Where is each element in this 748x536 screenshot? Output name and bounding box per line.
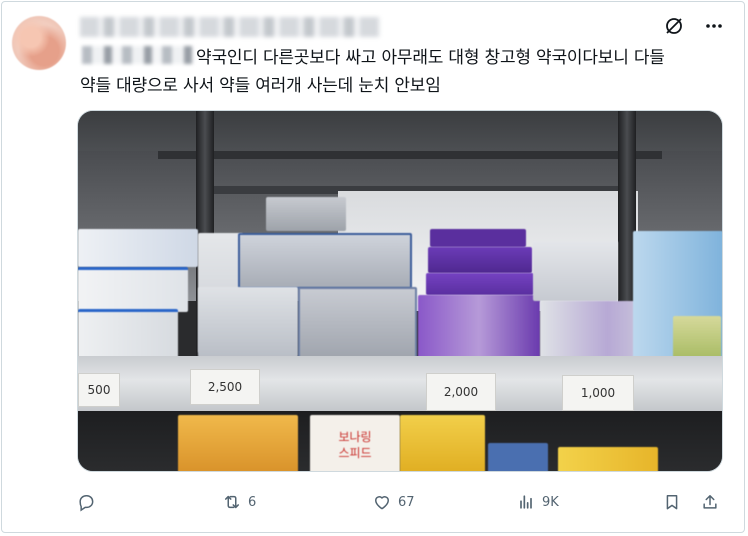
views-icon (520, 495, 532, 509)
medicine-box (298, 287, 417, 361)
post-text-line1: 약국인디 다른곳보다 싸고 아무래도 대형 창고형 약국이다보니 다들 (196, 48, 665, 68)
post-top-actions (662, 14, 726, 38)
like-button[interactable]: 67 (372, 492, 415, 512)
grok-icon[interactable] (662, 14, 686, 38)
post-image[interactable]: 500 2,500 2,000 1,000 보나링 스피드 (77, 110, 723, 472)
medicine-box (178, 415, 298, 471)
post-action-bar: 6 67 9K (76, 490, 726, 514)
medicine-box (78, 267, 188, 312)
medicine-box (400, 415, 485, 471)
author-name-blurred[interactable] (80, 17, 380, 37)
share-button[interactable] (700, 492, 720, 512)
price-tag: 500 (78, 373, 120, 407)
medicine-box (428, 247, 532, 273)
price-tag: 2,500 (190, 369, 260, 405)
medicine-box-label: 보나링 스피드 (310, 415, 400, 471)
medicine-box (430, 229, 526, 247)
medicine-box (426, 273, 534, 295)
more-icon[interactable] (702, 14, 726, 38)
views-count: 9K (542, 494, 559, 510)
image-beam (158, 151, 662, 159)
reply-icon (79, 495, 94, 512)
price-tag: 2,000 (426, 373, 496, 411)
share-icon (703, 495, 717, 509)
post-text-line2: 약들 대량으로 사서 약들 여러개 사는데 눈치 안보임 (80, 76, 441, 96)
medicine-box (78, 309, 178, 358)
views-button[interactable]: 9K (516, 492, 559, 512)
lower-sign-line1: 보나링 (338, 430, 372, 444)
heart-icon (375, 496, 389, 510)
medicine-box (198, 287, 298, 357)
bookmark-button[interactable] (662, 492, 682, 512)
grok-glyph (666, 18, 682, 34)
repost-count: 6 (248, 494, 257, 510)
repost-button[interactable]: 6 (222, 492, 256, 512)
medicine-box (558, 447, 658, 471)
post-text: 약국인디 다른곳보다 싸고 아무래도 대형 창고형 약국이다보니 다들 약들 대… (80, 44, 730, 100)
medicine-box (418, 295, 540, 359)
medicine-box (533, 241, 618, 301)
bookmark-icon (666, 495, 678, 510)
repost-icon (225, 495, 239, 509)
medicine-box (488, 443, 548, 471)
price-tag: 1,000 (562, 375, 634, 411)
like-count: 67 (398, 494, 415, 510)
more-glyph (706, 24, 722, 28)
medicine-box (238, 233, 412, 289)
medicine-box (78, 229, 198, 267)
reply-button[interactable] (76, 492, 102, 512)
medicine-box (266, 197, 346, 231)
lower-sign-line2: 스피드 (338, 446, 372, 460)
avatar[interactable] (12, 16, 66, 70)
